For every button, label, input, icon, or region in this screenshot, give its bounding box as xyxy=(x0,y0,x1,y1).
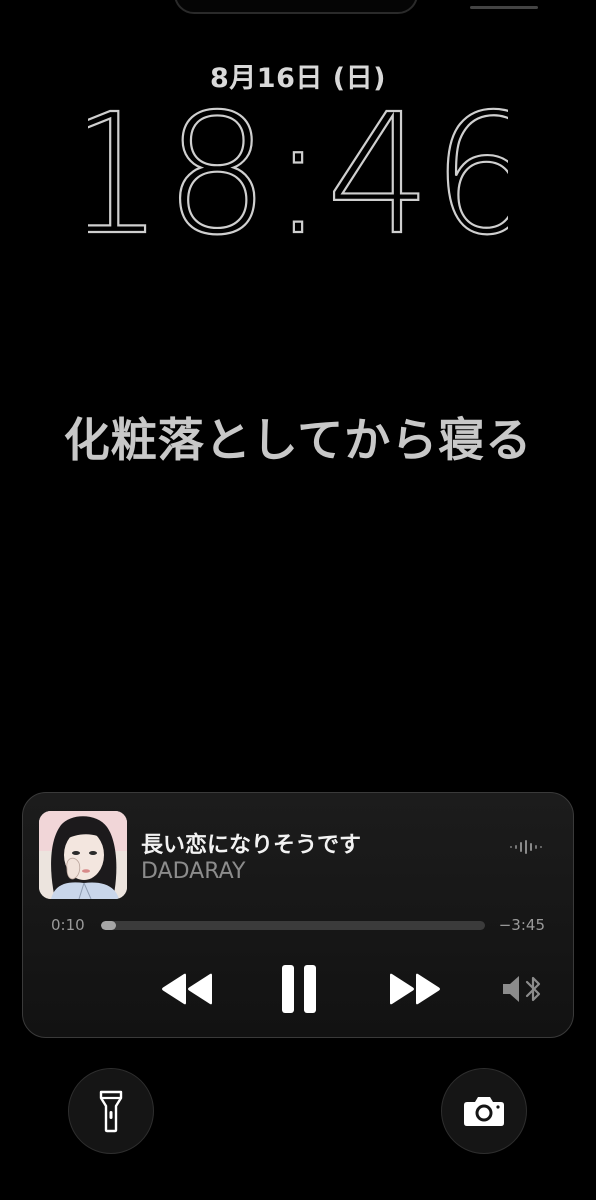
lock-clock: 18:46 18:46 xyxy=(88,100,508,245)
rewind-button[interactable] xyxy=(153,961,223,1017)
lock-date: 8月16日 (日) xyxy=(210,63,386,94)
status-indicator-line xyxy=(470,6,538,9)
album-art[interactable] xyxy=(39,811,127,899)
time-remaining: −3:45 xyxy=(498,916,545,934)
playback-progress-fill xyxy=(101,921,117,930)
reminder-widget-text: 化粧落としてから寝る xyxy=(63,413,533,467)
song-artist[interactable]: DADARAY xyxy=(141,859,245,884)
album-art-illustration xyxy=(39,811,127,899)
pause-button[interactable] xyxy=(269,961,329,1017)
flashlight-button[interactable] xyxy=(68,1068,154,1154)
camera-button[interactable] xyxy=(441,1068,527,1154)
speaker-bluetooth-icon xyxy=(503,976,541,1002)
pause-icon xyxy=(282,965,316,1013)
now-playing-card[interactable]: 長い恋になりそうです DADARAY 0:10 −3:45 xyxy=(22,792,574,1038)
playback-scrubber[interactable] xyxy=(101,921,485,930)
camera-icon xyxy=(464,1097,504,1126)
waveform-icon[interactable] xyxy=(509,839,543,854)
rewind-icon xyxy=(162,973,212,1005)
flashlight-icon xyxy=(99,1090,123,1133)
fast-forward-icon xyxy=(390,973,440,1005)
lock-screen: 8月16日 (日) 18:46 18:46 化粧落としてから寝る xyxy=(0,0,596,1200)
fast-forward-button[interactable] xyxy=(379,961,449,1017)
time-elapsed: 0:10 xyxy=(51,916,85,934)
dynamic-island xyxy=(174,0,418,14)
song-title[interactable]: 長い恋になりそうです xyxy=(141,827,361,859)
audio-output-button[interactable] xyxy=(495,961,551,1017)
